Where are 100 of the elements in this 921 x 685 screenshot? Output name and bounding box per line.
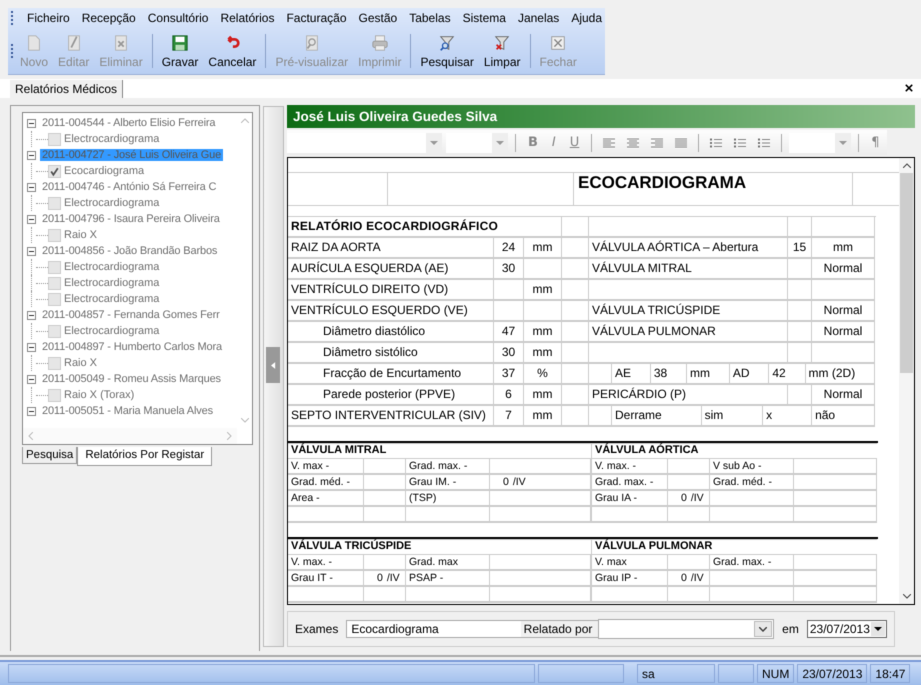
empty-cell xyxy=(788,385,812,406)
measure-label: PERICÁRDIO (P) xyxy=(592,387,686,401)
checkbox[interactable] xyxy=(48,388,61,402)
collapse-icon[interactable] xyxy=(27,214,36,224)
collapse-icon[interactable] xyxy=(27,310,36,320)
tree-item[interactable]: 2011-004544 - Alberto Elisio Ferreira xyxy=(40,117,218,129)
scroll-up-icon[interactable] xyxy=(902,163,910,168)
format-button[interactable]: I xyxy=(546,135,561,150)
menu-item[interactable]: Gestão xyxy=(358,11,398,25)
checkbox[interactable] xyxy=(48,196,61,210)
reported-by-dropdown[interactable] xyxy=(598,619,774,639)
align-icon[interactable] xyxy=(626,136,640,148)
status-date: 23/07/2013 xyxy=(797,664,868,683)
checkbox[interactable] xyxy=(48,292,61,306)
menu-item[interactable]: Ficheiro xyxy=(27,11,70,25)
empty-cell xyxy=(812,217,875,238)
valve-heading: VÁLVULA TRICÚSPIDE xyxy=(291,540,412,552)
caret-icon xyxy=(839,140,848,144)
menu-item[interactable]: Janelas xyxy=(518,11,560,25)
table-cell: 38 xyxy=(650,364,688,383)
collapse-icon[interactable] xyxy=(27,406,36,416)
align-icon[interactable] xyxy=(650,136,664,148)
tree-item[interactable]: 2011-005049 - Romeu Assis Marques xyxy=(40,373,223,385)
tree-item[interactable]: Electrocardiograma xyxy=(64,277,160,289)
menu-item[interactable]: Consultório xyxy=(148,11,208,25)
menu-item[interactable]: Ajuda xyxy=(571,11,602,25)
paragraph-button[interactable]: ¶ xyxy=(866,135,885,150)
tree-item[interactable]: Raio X xyxy=(64,357,98,369)
checkbox[interactable] xyxy=(48,132,61,146)
tree-item[interactable]: Electrocardiograma xyxy=(64,197,160,209)
document-tab[interactable]: Relatórios Médicos xyxy=(10,80,124,98)
checkbox[interactable] xyxy=(48,324,61,338)
checkbox[interactable] xyxy=(48,260,61,274)
tree-item[interactable]: Raio X xyxy=(64,229,98,241)
toolbar-button[interactable]: Gravar xyxy=(156,32,204,70)
empty-cell xyxy=(494,301,524,322)
scrollbar[interactable] xyxy=(899,158,914,604)
menu-item[interactable]: Facturação xyxy=(286,11,346,25)
tree-item[interactable]: 2011-004746 - António Sá Ferreira C xyxy=(40,181,218,193)
table-cell: 42 xyxy=(769,364,806,383)
caret-icon xyxy=(430,140,438,144)
menu-item[interactable]: Recepção xyxy=(82,11,136,25)
collapse-icon[interactable] xyxy=(27,182,36,192)
tree-item[interactable]: Electrocardiograma xyxy=(64,261,160,273)
tree-item[interactable]: Electrocardiograma xyxy=(64,325,160,337)
measure-value: 37 xyxy=(502,366,516,380)
toolbar-button[interactable]: Cancelar xyxy=(203,32,262,70)
checkbox[interactable] xyxy=(48,164,61,178)
menu-item[interactable]: Tabelas xyxy=(409,11,451,25)
status-user: sa xyxy=(637,664,715,683)
align-icon[interactable] xyxy=(602,136,616,148)
list-icon[interactable] xyxy=(757,136,772,148)
date-picker[interactable]: 23/07/2013 xyxy=(806,620,887,638)
checkbox[interactable] xyxy=(48,228,61,242)
scroll-down-icon[interactable] xyxy=(902,594,910,599)
checkbox[interactable] xyxy=(48,276,61,290)
collapse-icon[interactable] xyxy=(27,374,36,384)
align-icon[interactable] xyxy=(674,136,688,148)
field-label: V. max xyxy=(595,556,627,568)
panel-tab[interactable]: Relatórios Por Registar xyxy=(77,447,212,466)
status-time: 18:47 xyxy=(870,664,910,683)
list-icon[interactable] xyxy=(733,136,748,148)
measure-label: VENTRÍCULO ESQUERDO (VE) xyxy=(291,303,468,317)
empty-cell xyxy=(562,406,589,427)
tree-item[interactable]: Electrocardiograma xyxy=(64,293,160,305)
list-icon[interactable] xyxy=(709,136,724,148)
tree-item[interactable]: 2011-004856 - João Brandão Barbos xyxy=(40,245,220,257)
tree-item[interactable]: 2011-005051 - Maria Manuela Alves xyxy=(40,405,215,417)
scale-text: /IV xyxy=(512,476,526,488)
scale-text: /IV xyxy=(690,492,704,504)
tree-item[interactable]: Ecocardiograma xyxy=(64,165,144,177)
toolbar-button[interactable]: Pesquisar xyxy=(415,32,479,70)
tree-item[interactable]: Electrocardiograma xyxy=(64,133,160,145)
tree-item[interactable]: Raio X (Torax) xyxy=(64,389,134,401)
menu-item[interactable]: Sistema xyxy=(462,11,506,25)
collapse-icon[interactable] xyxy=(27,150,36,160)
measure-label: VÁLVULA PULMONAR xyxy=(592,324,716,338)
field-label: Grad. max xyxy=(409,556,458,568)
collapse-icon[interactable] xyxy=(27,118,36,128)
tree-item[interactable]: 2011-004897 - Humberto Carlos Mora xyxy=(40,341,224,353)
section-heading: RELATÓRIO ECOCARDIOGRÁFICO xyxy=(291,219,498,233)
format-button[interactable]: U xyxy=(564,135,584,150)
tree-item[interactable]: 2011-004727 - José Luis Oliveira Gue xyxy=(40,149,224,161)
tree-item[interactable]: 2011-004857 - Fernanda Gomes Ferr xyxy=(40,309,222,321)
tree-item[interactable]: 2011-004796 - Isaura Pereira Oliveira xyxy=(40,213,222,225)
panel-tab[interactable]: Pesquisa xyxy=(22,447,78,464)
exams-field[interactable]: Ecocardiograma Relatado por xyxy=(346,620,600,638)
close-icon[interactable] xyxy=(905,84,913,92)
field-value: 0 xyxy=(681,572,687,584)
toolbar-button[interactable]: Limpar xyxy=(478,32,526,70)
collapse-icon[interactable] xyxy=(27,342,36,352)
scroll-right-icon[interactable] xyxy=(227,432,232,440)
printer-icon xyxy=(370,34,389,52)
menu-item[interactable]: Relatórios xyxy=(220,11,274,25)
collapse-icon[interactable] xyxy=(27,246,36,256)
format-button[interactable]: B xyxy=(523,135,543,150)
checkbox[interactable] xyxy=(48,356,61,370)
collapse-handle[interactable] xyxy=(266,347,280,383)
table-cell-text: não xyxy=(814,407,836,424)
scroll-left-icon[interactable] xyxy=(28,432,33,440)
